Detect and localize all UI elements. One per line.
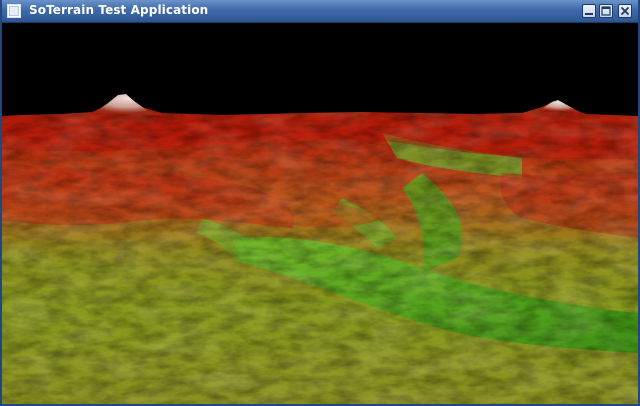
minimize-button[interactable] [582,4,596,18]
maximize-icon [601,6,611,16]
maximize-button[interactable] [599,4,613,18]
terrain-viewport[interactable] [2,23,638,404]
window-title: SoTerrain Test Application [29,3,209,17]
title-bar[interactable]: SoTerrain Test Application [2,0,638,23]
close-button[interactable] [618,4,632,18]
minimize-icon [585,13,593,15]
terrain-render [2,23,638,404]
app-icon [7,4,21,18]
application-window: SoTerrain Test Application [0,0,640,406]
close-icon [621,7,629,15]
